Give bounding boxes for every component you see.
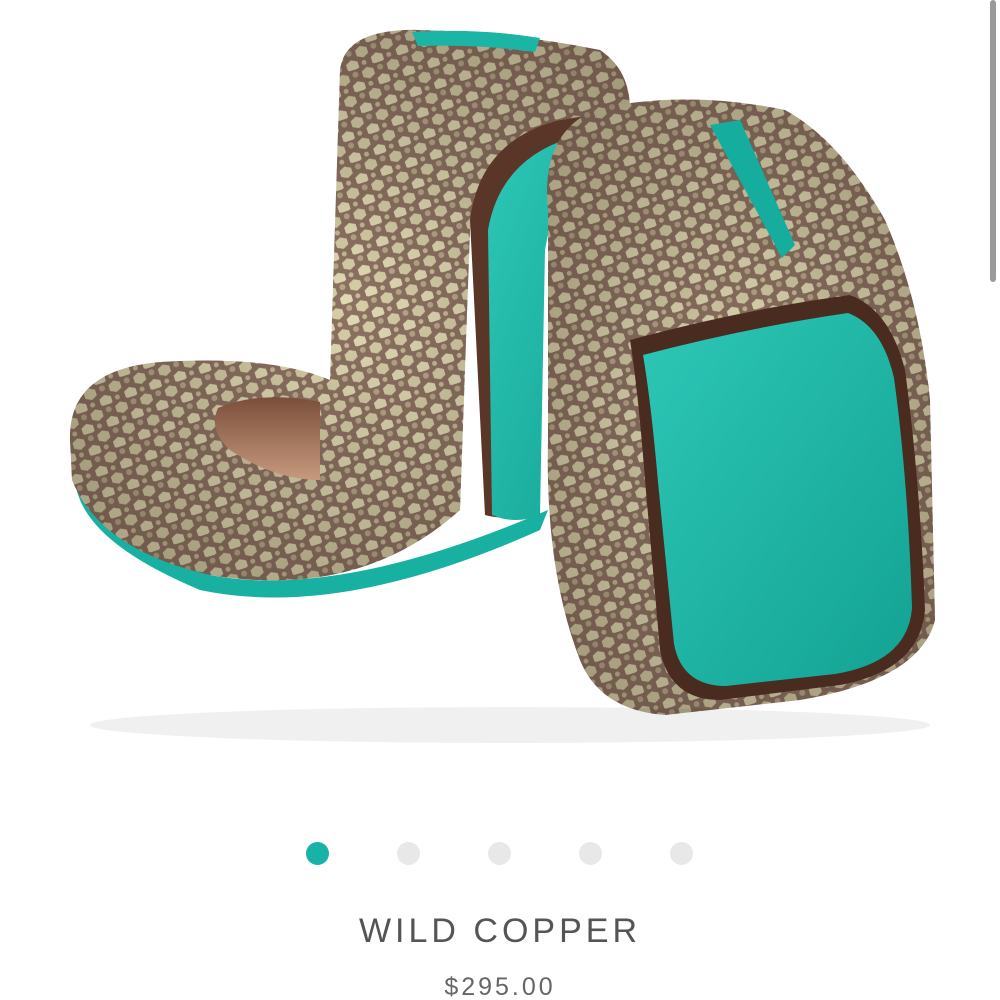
- carousel-dots: [0, 842, 1000, 866]
- scrollbar-thumb[interactable]: [990, 0, 996, 282]
- product-name: WILD COPPER: [358, 912, 642, 950]
- carousel-dot-3[interactable]: [488, 842, 511, 865]
- carousel-dot-2[interactable]: [397, 842, 420, 865]
- product-price: $295.00: [444, 973, 556, 1000]
- carousel-dot-5[interactable]: [670, 842, 693, 865]
- product-image: [69, 29, 935, 743]
- carousel-dot-1[interactable]: [306, 842, 329, 865]
- carousel-dot-4[interactable]: [579, 842, 602, 865]
